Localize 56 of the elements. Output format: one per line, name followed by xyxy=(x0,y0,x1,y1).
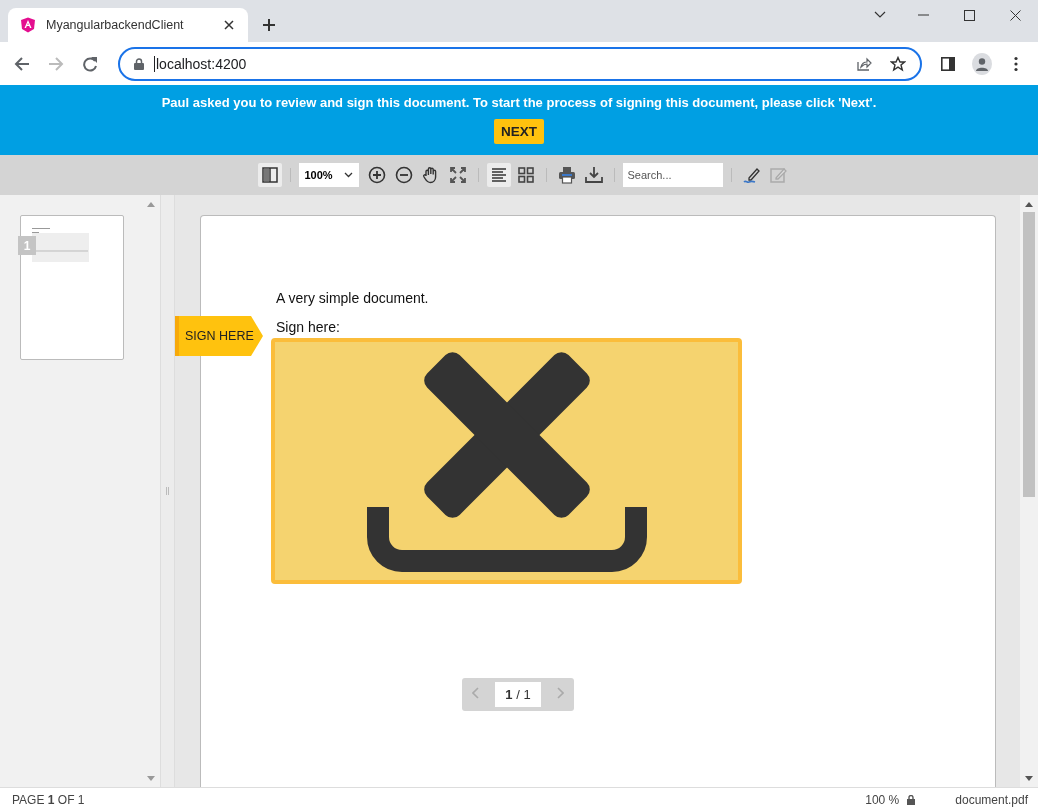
scroll-up-icon xyxy=(147,202,155,207)
text-lines-icon xyxy=(490,167,507,183)
scroll-up-icon xyxy=(1025,202,1033,207)
pen-signature-icon xyxy=(742,166,761,184)
download-icon xyxy=(584,166,603,184)
search-field[interactable]: Search... xyxy=(622,163,723,187)
next-button[interactable]: NEXT xyxy=(494,119,544,144)
sidebar-toggle-icon xyxy=(261,167,278,183)
grip-icon xyxy=(166,487,169,495)
printer-icon xyxy=(557,166,576,184)
share-icon xyxy=(856,55,872,72)
file-name: document.pdf xyxy=(955,792,1028,807)
minimize-icon xyxy=(917,14,929,16)
page-preview-drawing xyxy=(32,228,90,262)
zoom-select[interactable]: 100% xyxy=(298,163,359,187)
maximize-icon xyxy=(963,9,975,21)
document-text: A very simple document. xyxy=(276,290,430,306)
scroll-down-icon xyxy=(147,776,155,781)
edit-icon xyxy=(769,166,788,184)
close-icon xyxy=(1009,9,1021,21)
scroll-down-icon xyxy=(1025,776,1033,781)
zoom-level: 100 % xyxy=(865,792,900,807)
address-text: localhost:4200 xyxy=(154,55,842,72)
close-icon xyxy=(224,20,234,30)
star-icon xyxy=(890,55,906,72)
grid-icon xyxy=(517,167,534,183)
tab-title: MyangularbackendClient xyxy=(46,18,185,32)
scrollbar[interactable] xyxy=(1020,195,1038,787)
person-icon xyxy=(975,56,989,71)
banner-message: Paul asked you to review and sign this document. To start the process of signing this document, please click 'Next'. xyxy=(161,95,877,110)
arrow-right-icon xyxy=(48,55,64,72)
zoom-in-icon xyxy=(367,166,386,184)
chevron-down-icon xyxy=(874,11,886,19)
lock-icon xyxy=(134,57,144,70)
browser-tab[interactable]: MyangularbackendClient xyxy=(8,8,248,42)
angular-logo-icon xyxy=(20,17,36,33)
chevron-right-icon xyxy=(557,687,564,699)
arrow-left-icon xyxy=(14,55,30,72)
chevron-down-icon xyxy=(343,172,353,178)
text-lines-button[interactable] xyxy=(486,163,511,187)
page-count: PAGE 1 OF 1 xyxy=(12,792,86,807)
more-vertical-icon xyxy=(1014,55,1018,72)
page-indicator: 1 / 1 xyxy=(495,682,541,707)
address-bar[interactable]: localhost:4200 xyxy=(118,46,922,81)
signature-field[interactable] xyxy=(271,338,742,584)
chevron-left-icon xyxy=(472,687,479,699)
lock-icon xyxy=(907,794,916,805)
reload-icon xyxy=(82,55,98,72)
sign-here-flag[interactable]: SIGN HERE xyxy=(175,316,263,356)
page-number-badge: 1 xyxy=(18,236,36,255)
plus-icon xyxy=(262,18,276,32)
sidebar-toggle-button[interactable] xyxy=(257,163,282,187)
zoom-out-icon xyxy=(394,166,413,184)
document-text: Sign here: xyxy=(276,319,341,335)
side-panel-icon xyxy=(941,56,955,71)
expand-icon xyxy=(449,167,466,183)
